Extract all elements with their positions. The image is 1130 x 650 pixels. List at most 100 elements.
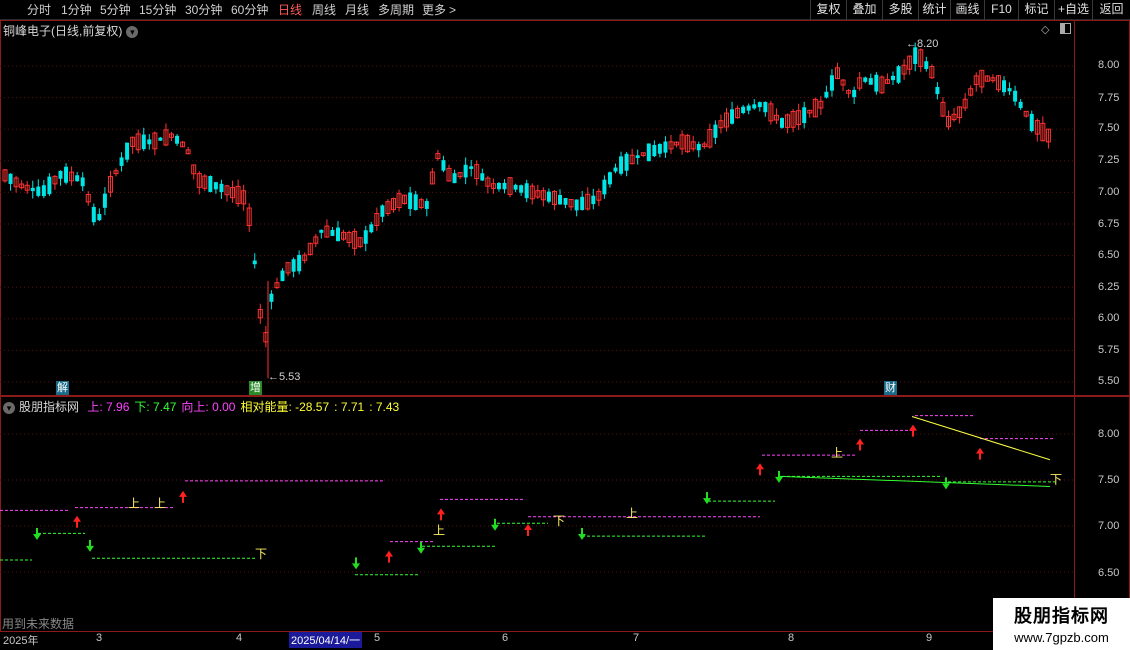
arrow-up-head — [437, 508, 445, 515]
period-tab-timeshare[interactable]: 分时 — [27, 0, 51, 20]
price-tick: 8.00 — [1098, 59, 1120, 71]
candle-body-down — [213, 182, 218, 190]
arrow-down-icon — [491, 518, 499, 531]
candle-body-down — [208, 176, 213, 192]
candle-body-down — [175, 135, 180, 144]
candle-body-down — [408, 192, 413, 210]
candle-body-down — [319, 229, 324, 233]
f10-button[interactable]: F10 — [984, 0, 1018, 20]
date-axis-line — [0, 631, 1130, 632]
candle-body-down — [147, 139, 152, 145]
indicator-tick: 7.00 — [1098, 520, 1120, 532]
candle-body-down — [741, 106, 746, 114]
arrow-down-head — [417, 547, 425, 554]
candle-body-down — [80, 177, 85, 187]
back-button[interactable]: 返回 — [1092, 0, 1130, 20]
period-tab-monthly[interactable]: 月线 — [345, 0, 369, 20]
candle-body-down — [119, 157, 124, 166]
price-tick: 7.00 — [1098, 186, 1120, 198]
indicator-tick: 8.00 — [1098, 428, 1120, 440]
placement-badge[interactable]: 增 — [249, 381, 262, 395]
main-price-axis-frame — [1074, 20, 1130, 396]
arrow-down-icon — [86, 539, 94, 552]
price-tick: 6.75 — [1098, 218, 1120, 230]
arrow-up-icon — [385, 550, 393, 563]
candle-body-down — [657, 143, 662, 154]
candle-body-down — [441, 160, 446, 171]
unlock-badge[interactable]: 解 — [56, 381, 69, 395]
period-tab-5min[interactable]: 5分钟 — [100, 0, 131, 20]
period-tab-daily[interactable]: 日线 — [278, 0, 302, 20]
arrow-up-head — [909, 424, 917, 431]
candle-body-down — [424, 201, 429, 209]
candlestick-chart[interactable] — [0, 20, 1074, 396]
candle-body-down — [852, 89, 857, 98]
arrow-up-head — [856, 438, 864, 445]
price-tick: 6.50 — [1098, 249, 1120, 261]
more-label: 更多 — [422, 3, 447, 17]
candle-body-down — [452, 173, 457, 184]
arrow-down-head — [86, 545, 94, 552]
candle-body-down — [125, 142, 130, 160]
overlay-button[interactable]: 叠加 — [846, 0, 882, 20]
period-tab-1min[interactable]: 1分钟 — [61, 0, 92, 20]
candle-body-down — [97, 214, 102, 221]
date-label: 2025年 — [3, 635, 39, 647]
candle-body-down — [1002, 80, 1006, 93]
period-tab-more[interactable]: 更多 > — [422, 0, 456, 20]
candle-body-down — [380, 205, 385, 217]
period-tab-30min[interactable]: 30分钟 — [185, 0, 222, 20]
candle-body-down — [41, 185, 46, 197]
candle-body-down — [746, 105, 751, 111]
adjust-button[interactable]: 复权 — [810, 0, 846, 20]
candle-body-down — [330, 230, 335, 236]
candle-body-down — [763, 101, 768, 113]
candle-body-down — [513, 184, 518, 190]
mark-button[interactable]: 标记 — [1018, 0, 1054, 20]
arrow-down-head — [578, 533, 586, 540]
candle-body-down — [924, 61, 929, 69]
price-tick: 6.00 — [1098, 312, 1120, 324]
draw-line-button[interactable]: 画线 — [950, 0, 984, 20]
candle-body-down — [30, 187, 35, 192]
period-tab-15min[interactable]: 15分钟 — [139, 0, 176, 20]
candle-body-down — [591, 195, 596, 205]
statistics-button[interactable]: 统计 — [918, 0, 950, 20]
candle-body-down — [652, 145, 657, 157]
arrow-up-icon — [524, 524, 532, 536]
date-label: 5 — [374, 632, 381, 644]
price-tick: 5.50 — [1098, 375, 1120, 387]
period-tab-60min[interactable]: 60分钟 — [231, 0, 268, 20]
candle-body-down — [269, 293, 274, 302]
low-price-marker: ←5.53 — [268, 371, 301, 383]
arrow-up-head — [524, 524, 532, 530]
arrow-up-icon — [976, 447, 984, 460]
candle-body-down — [868, 78, 873, 85]
multi-stock-button[interactable]: 多股 — [882, 0, 918, 20]
high-price-marker: ←8.20 — [906, 38, 939, 50]
arrow-up-icon — [437, 508, 445, 521]
financial-badge[interactable]: 财 — [884, 381, 897, 395]
candle-body-down — [863, 77, 868, 82]
arrow-up-icon — [756, 463, 764, 476]
candle-body-down — [757, 102, 762, 108]
candle-body-down — [1013, 90, 1018, 102]
candle-body-down — [291, 259, 296, 272]
indicator-chart[interactable]: 上上上上上下下下 — [0, 396, 1074, 632]
candle-body-down — [413, 194, 418, 210]
candle-body-down — [219, 183, 224, 193]
arrow-down-icon — [703, 492, 711, 505]
candle-body-down — [696, 143, 701, 151]
period-tab-multi[interactable]: 多周期 — [378, 0, 414, 20]
candle-body-down — [613, 167, 618, 172]
candle-body-down — [480, 173, 485, 181]
candle-body-down — [546, 191, 551, 202]
signal-label: 下 — [255, 547, 267, 561]
candle-body-down — [36, 186, 41, 196]
candle-body-down — [496, 182, 501, 190]
candle-body-down — [158, 137, 163, 141]
add-favorite-button[interactable]: +自选 — [1054, 0, 1092, 20]
period-tab-weekly[interactable]: 周线 — [312, 0, 336, 20]
candle-body-down — [463, 164, 468, 178]
candle-body-down — [663, 141, 668, 153]
